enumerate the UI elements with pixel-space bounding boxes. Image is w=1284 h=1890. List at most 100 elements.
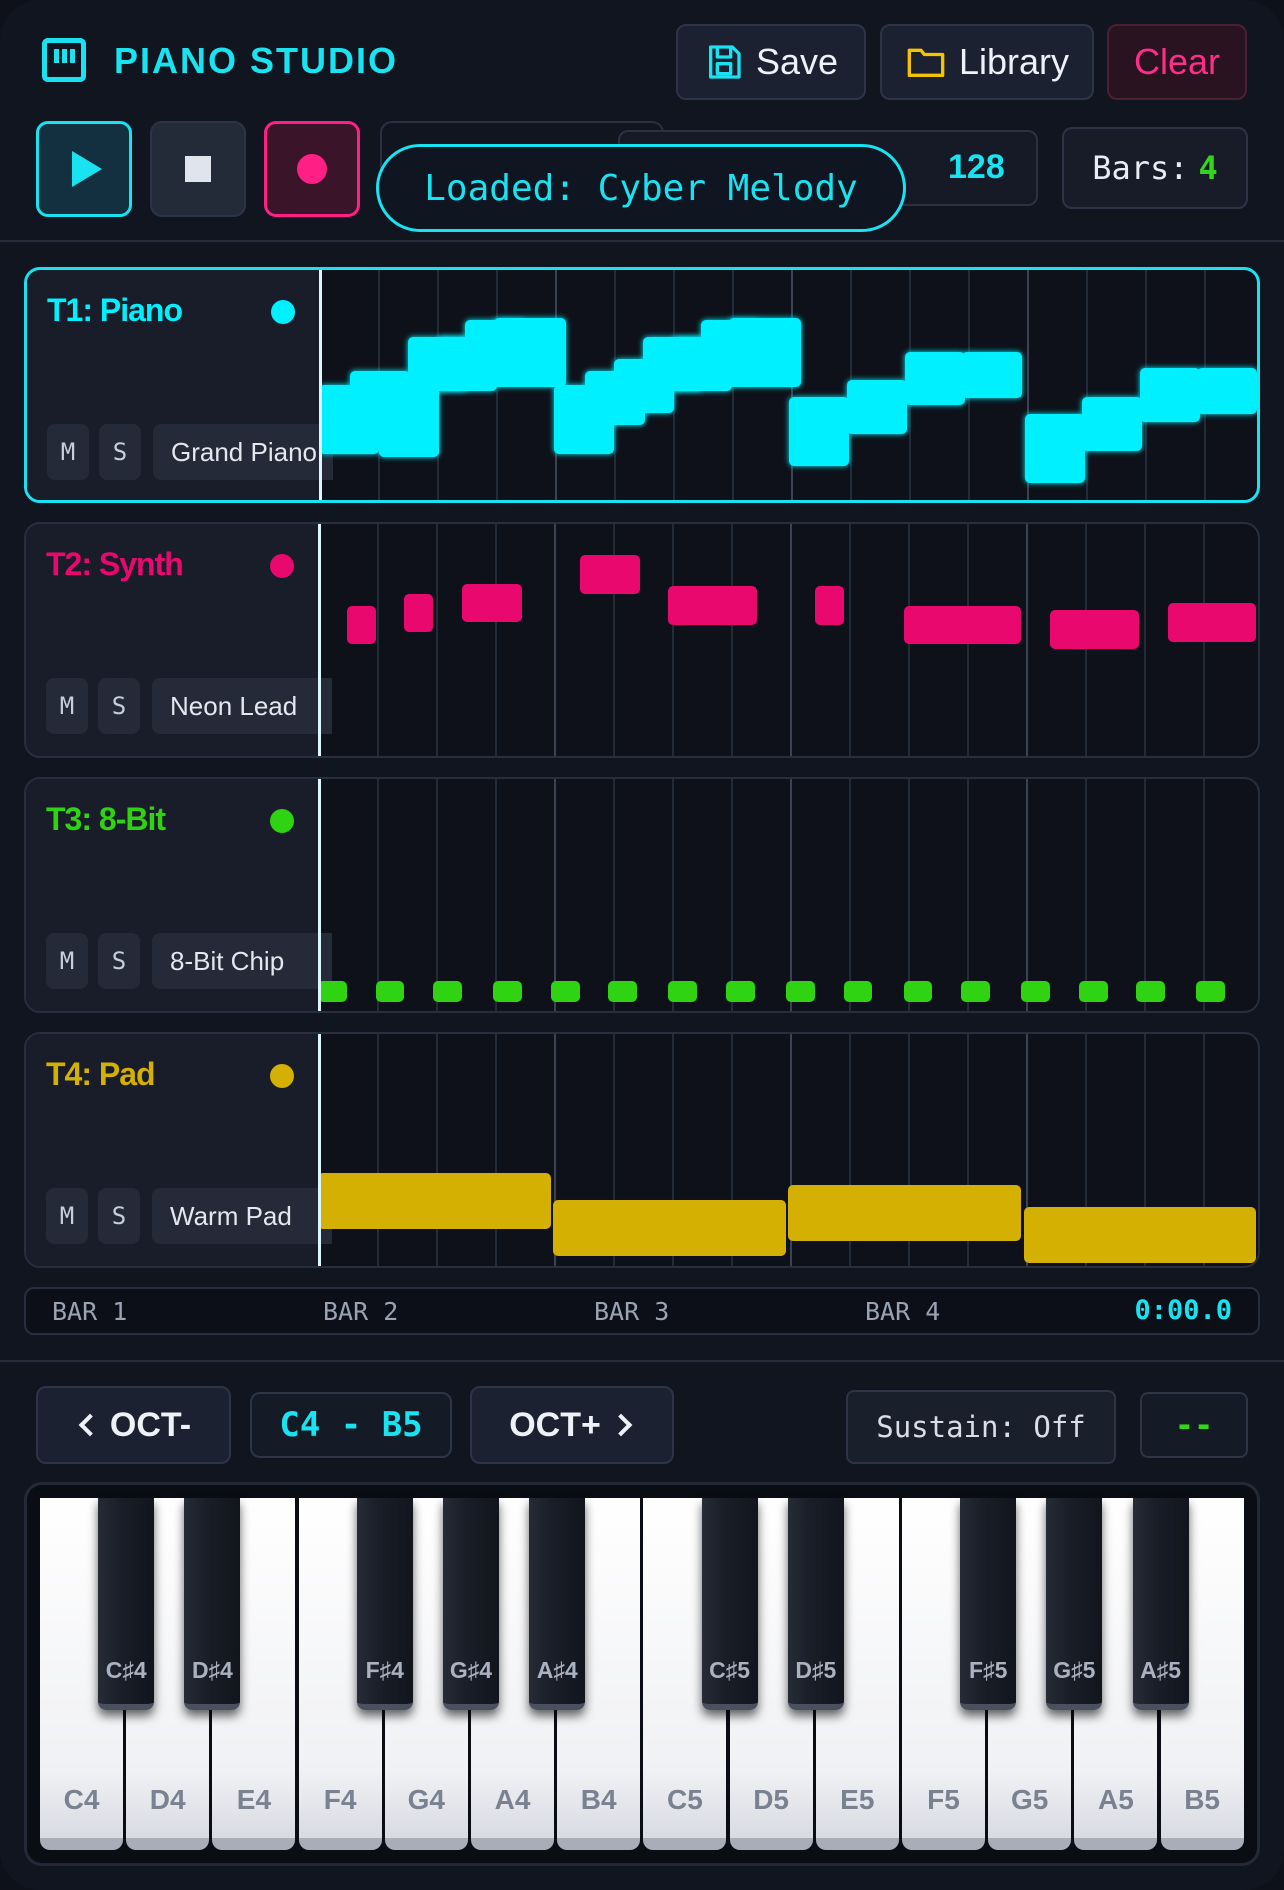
- solo-button[interactable]: S: [98, 678, 140, 734]
- library-label: Library: [958, 41, 1070, 82]
- solo-button[interactable]: S: [98, 1188, 140, 1244]
- note-grid[interactable]: [318, 524, 1258, 756]
- note-block[interactable]: [726, 980, 755, 1003]
- note-block[interactable]: [1021, 980, 1050, 1003]
- note-block[interactable]: [961, 980, 990, 1003]
- black-key[interactable]: A♯5: [1132, 1498, 1189, 1710]
- note-block[interactable]: [729, 318, 802, 388]
- note-block[interactable]: [1023, 1206, 1257, 1263]
- bar-label: BAR 4: [865, 1297, 941, 1326]
- track-name: T2: Synth: [46, 546, 184, 582]
- note-block[interactable]: [375, 980, 405, 1003]
- note-block[interactable]: [1139, 368, 1200, 423]
- octave-down-button[interactable]: OCT-: [36, 1386, 231, 1464]
- black-key[interactable]: D♯4: [184, 1498, 241, 1710]
- note-block[interactable]: [1050, 610, 1139, 649]
- record-button[interactable]: [264, 121, 360, 217]
- note-block[interactable]: [433, 980, 462, 1003]
- octave-down-label: OCT-: [109, 1405, 192, 1444]
- track-8bit[interactable]: T3: 8-Bit M S 8-Bit Chip: [24, 777, 1260, 1013]
- note-block[interactable]: [1082, 397, 1143, 451]
- instrument-select[interactable]: 8-Bit Chip: [152, 933, 332, 989]
- instrument-select[interactable]: Warm Pad: [152, 1188, 332, 1244]
- note-block[interactable]: [1167, 603, 1257, 642]
- track-name: T4: Pad: [46, 1056, 156, 1092]
- save-label: Save: [755, 41, 839, 82]
- note-grid[interactable]: [319, 270, 1257, 500]
- note-block[interactable]: [404, 593, 434, 632]
- sustain-toggle[interactable]: Sustain: Off: [846, 1390, 1116, 1464]
- note-grid[interactable]: [318, 779, 1258, 1011]
- note-block[interactable]: [1078, 980, 1108, 1003]
- track-pad[interactable]: T4: Pad M S Warm Pad: [24, 1032, 1260, 1268]
- note-block[interactable]: [318, 1173, 551, 1230]
- solo-button[interactable]: S: [98, 933, 140, 989]
- note-block[interactable]: [1136, 980, 1166, 1003]
- folder-icon: [907, 48, 945, 78]
- note-block[interactable]: [814, 586, 844, 625]
- note-block[interactable]: [493, 980, 522, 1003]
- library-button[interactable]: Library: [880, 24, 1094, 100]
- track-piano[interactable]: T1: Piano M S Grand Piano: [24, 267, 1260, 503]
- note-block[interactable]: [668, 586, 758, 625]
- octave-up-button[interactable]: OCT+: [470, 1386, 674, 1464]
- note-block[interactable]: [346, 605, 376, 644]
- note-block[interactable]: [903, 605, 1022, 644]
- bars-label: Bars:: [1092, 149, 1189, 187]
- mute-button[interactable]: M: [46, 1188, 88, 1244]
- black-key[interactable]: G♯4: [443, 1498, 499, 1710]
- note-block[interactable]: [1197, 368, 1257, 415]
- stop-button[interactable]: [150, 121, 246, 217]
- clear-button[interactable]: Clear: [1107, 24, 1247, 100]
- note-block[interactable]: [904, 351, 965, 406]
- mute-button[interactable]: M: [46, 678, 88, 734]
- mute-button[interactable]: M: [47, 424, 89, 480]
- chevron-right-icon: [609, 1413, 633, 1437]
- black-key[interactable]: F♯4: [356, 1498, 413, 1710]
- note-block[interactable]: [553, 1199, 786, 1256]
- bars-control[interactable]: Bars: 4: [1062, 127, 1248, 209]
- note-block[interactable]: [462, 584, 522, 623]
- time-display: 0:00.0: [1134, 1295, 1232, 1326]
- note-block[interactable]: [903, 980, 933, 1003]
- black-key[interactable]: D♯5: [787, 1498, 844, 1710]
- black-key[interactable]: C♯4: [98, 1498, 155, 1710]
- note-block[interactable]: [786, 980, 815, 1003]
- play-button[interactable]: [36, 121, 132, 217]
- solo-button[interactable]: S: [99, 424, 141, 480]
- note-block[interactable]: [494, 318, 567, 388]
- note-block[interactable]: [608, 980, 638, 1003]
- black-key[interactable]: F♯5: [960, 1498, 1017, 1710]
- bars-value: 4: [1198, 149, 1218, 187]
- note-block[interactable]: [668, 980, 698, 1003]
- note-block[interactable]: [843, 980, 873, 1003]
- black-key[interactable]: A♯4: [529, 1498, 586, 1710]
- mute-button[interactable]: M: [46, 933, 88, 989]
- bar-label: BAR 2: [323, 1297, 399, 1326]
- note-block[interactable]: [1196, 980, 1226, 1003]
- note-block[interactable]: [962, 351, 1023, 398]
- note-block[interactable]: [318, 980, 347, 1003]
- note-grid[interactable]: [318, 1034, 1258, 1266]
- track-synth[interactable]: T2: Synth M S Neon Lead: [24, 522, 1260, 758]
- instrument-select[interactable]: Grand Piano: [153, 424, 333, 480]
- record-icon: [297, 154, 327, 184]
- track-color-dot: [271, 300, 295, 324]
- save-button[interactable]: Save: [676, 24, 866, 100]
- app-title: PIANO STUDIO: [114, 40, 399, 81]
- black-key[interactable]: C♯5: [701, 1498, 758, 1710]
- playhead: [318, 779, 321, 1011]
- note-block[interactable]: [1024, 414, 1085, 484]
- note-block[interactable]: [550, 980, 580, 1003]
- black-key[interactable]: G♯5: [1046, 1498, 1103, 1710]
- note-block[interactable]: [789, 397, 850, 467]
- instrument-select[interactable]: Neon Lead: [152, 678, 332, 734]
- piano-icon: [42, 38, 86, 82]
- note-block[interactable]: [579, 555, 640, 594]
- piano-studio-app: PIANO STUDIO Save Library Clear 128 Bars…: [0, 0, 1284, 1890]
- note-block[interactable]: [379, 387, 439, 457]
- note-block[interactable]: [847, 380, 907, 435]
- note-block[interactable]: [788, 1185, 1022, 1242]
- octave-up-label: OCT+: [509, 1405, 601, 1444]
- track-color-dot: [270, 809, 294, 833]
